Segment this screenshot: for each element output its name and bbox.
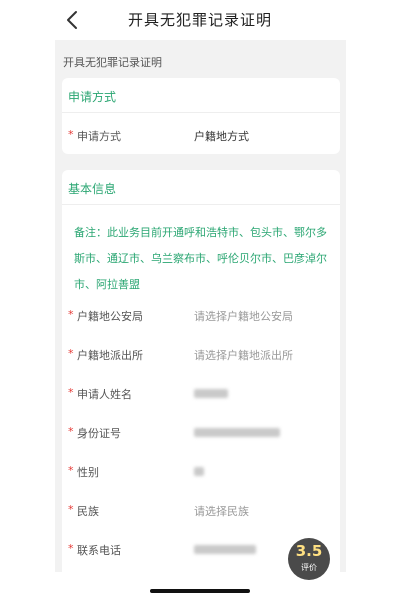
ethnicity-field[interactable]: * 民族 请选择民族 [68,501,334,521]
phone-value-redacted[interactable] [194,545,256,554]
divider [62,204,340,205]
basic-info-title: 基本信息 [68,182,117,196]
coverage-note: 备注：此业务目前开通呼和浩特市、包头市、鄂尔多斯市、通辽市、乌兰察布市、呼伦贝尔… [74,226,327,291]
gender-field[interactable]: * 性别 [68,462,334,482]
id-number-value-redacted[interactable] [194,428,280,437]
applicant-name-label: 申请人姓名 [77,388,132,401]
nav-bar: 开具无犯罪记录证明 [0,0,400,40]
police-station-field[interactable]: * 户籍地派出所 请选择户籍地派出所 [68,345,334,365]
basic-info-card: 基本信息 备注：此业务目前开通呼和浩特市、包头市、鄂尔多斯市、通辽市、乌兰察布市… [62,170,340,572]
section-label: 开具无犯罪记录证明 [63,56,162,69]
required-mark: * [68,425,74,438]
gender-label: 性别 [77,466,99,479]
apply-method-card: 申请方式 * 申请方式 户籍地方式 [62,78,340,154]
apply-method-label: 申请方式 [77,130,121,143]
police-bureau-label: 户籍地公安局 [77,310,143,323]
apply-method-value: 户籍地方式 [194,130,249,143]
apply-method-row[interactable]: * 申请方式 户籍地方式 [68,126,334,146]
required-mark: * [68,347,74,360]
applicant-name-field[interactable]: * 申请人姓名 [68,384,334,404]
apply-method-title: 申请方式 [68,90,117,104]
rating-label: 评价 [301,563,317,572]
police-station-select[interactable]: 请选择户籍地派出所 [194,347,293,363]
phone-label: 联系电话 [77,544,121,557]
ethnicity-select[interactable]: 请选择民族 [194,503,249,519]
required-mark: * [68,308,74,321]
home-indicator [150,589,250,593]
required-mark: * [68,128,74,141]
id-number-field[interactable]: * 身份证号 [68,423,334,443]
divider [62,112,340,113]
required-mark: * [68,464,74,477]
id-number-label: 身份证号 [77,427,121,440]
police-station-label: 户籍地派出所 [77,349,143,362]
page-title: 开具无犯罪记录证明 [127,11,272,29]
rating-badge[interactable]: 3.5 评价 [288,538,330,580]
police-bureau-field[interactable]: * 户籍地公安局 请选择户籍地公安局 [68,306,334,326]
rating-score: 3.5 [295,542,323,560]
gender-value-redacted[interactable] [194,467,204,476]
ethnicity-label: 民族 [77,505,99,518]
main-content[interactable]: 开具无犯罪记录证明 申请方式 * 申请方式 户籍地方式 基本信息 备注：此业务目… [55,40,346,572]
required-mark: * [68,542,74,555]
police-bureau-select[interactable]: 请选择户籍地公安局 [194,308,293,324]
required-mark: * [68,503,74,516]
applicant-name-value-redacted[interactable] [194,389,228,398]
required-mark: * [68,386,74,399]
